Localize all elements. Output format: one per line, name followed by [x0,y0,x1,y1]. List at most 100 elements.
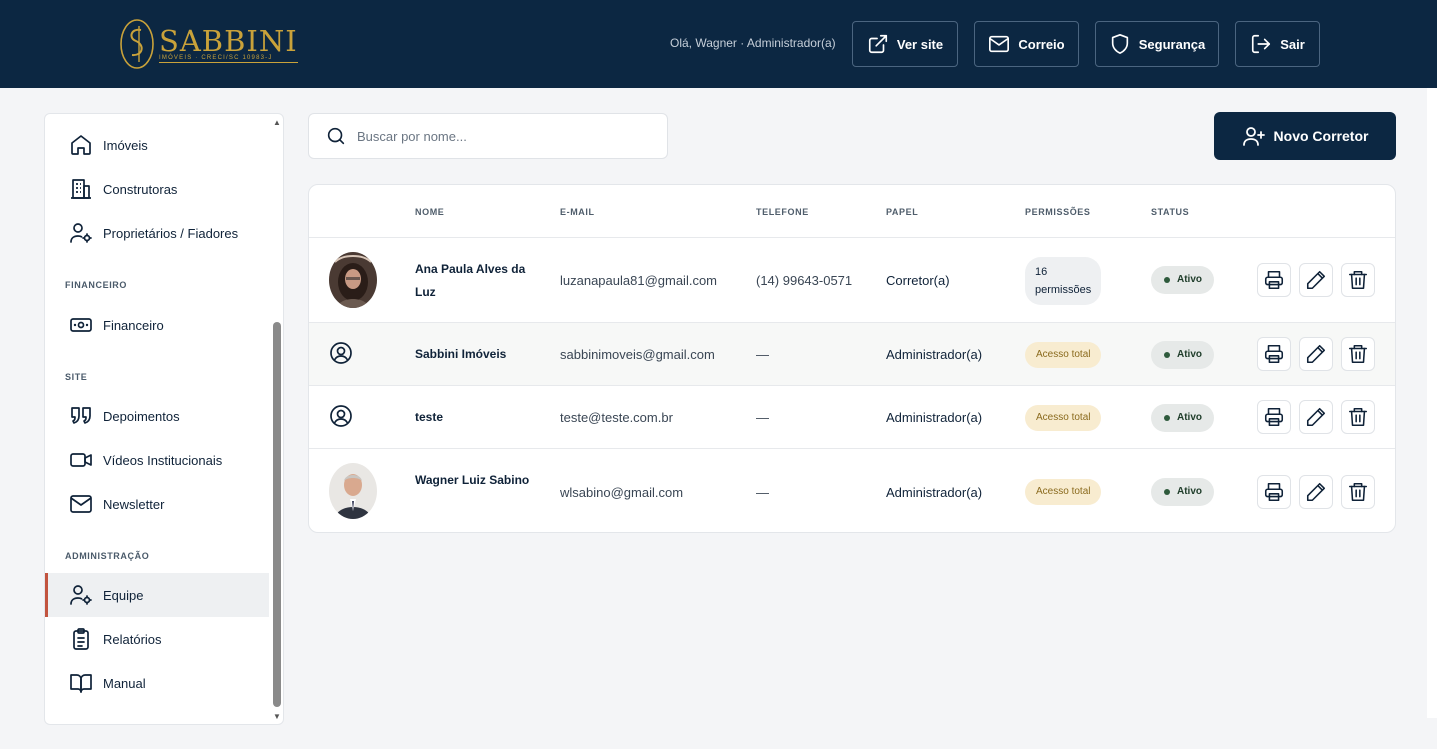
status-badge: Ativo [1151,478,1214,506]
user-circle-icon [330,342,352,364]
view-site-button[interactable]: Ver site [852,21,958,67]
column-header-email: E-MAIL [560,207,595,217]
user-photo-ana [329,252,377,308]
user-name: teste [415,410,444,424]
search-icon [327,127,345,145]
sidebar-item-label: Construtoras [103,181,178,197]
mail-icon [70,495,92,513]
trash-icon [1348,270,1368,290]
user-email: wlsabino@gmail.com [560,485,684,500]
sidebar-item-construtoras[interactable]: Construtoras [45,167,269,211]
table-row[interactable]: teste teste@teste.com.br — Administrador… [309,385,1395,448]
permissions-word: permissões [1035,284,1092,296]
book-open-icon [70,674,92,693]
permissions-badge: 16 permissões [1025,257,1102,305]
delete-button[interactable] [1341,400,1375,434]
user-name: Wagner Luiz Sabino [415,473,530,487]
sidebar-item-videos[interactable]: Vídeos Institucionais [45,438,269,482]
sidebar-item-imoveis[interactable]: Imóveis [45,123,269,167]
column-header-permissoes: PERMISSÕES [1025,207,1091,217]
section-financeiro: FINANCEIRO [65,280,127,290]
edit-button[interactable] [1299,337,1333,371]
search-input[interactable] [357,128,647,144]
user-role: Administrador(a) [886,410,983,425]
mail-label: Correio [1018,36,1065,52]
user-email: teste@teste.com.br [560,410,673,425]
trash-icon [1348,344,1368,364]
pencil-icon [1306,407,1326,427]
table-row[interactable]: Wagner Luiz Sabino wlsabino@gmail.com — … [309,448,1395,532]
brand-logo[interactable]: SABBINI IMÓVEIS · CRECI/SC 10983-J [119,17,298,71]
avatar [329,463,377,519]
brand-name: SABBINI [159,24,298,58]
user-phone: — [756,410,769,425]
print-button[interactable] [1257,263,1291,297]
sidebar-scroll-thumb[interactable] [273,322,281,707]
printer-icon [1264,344,1284,364]
view-site-label: Ver site [896,36,944,52]
column-header-nome: NOME [415,207,445,217]
pencil-icon [1306,270,1326,290]
edit-button[interactable] [1299,400,1333,434]
mail-icon [989,35,1010,53]
logout-label: Sair [1280,36,1305,52]
pencil-icon [1306,482,1326,502]
sidebar-item-label: Newsletter [103,496,165,512]
logout-button[interactable]: Sair [1235,21,1320,67]
user-circle-icon [330,405,352,427]
user-phone: — [756,485,769,500]
column-header-status: STATUS [1151,207,1190,217]
sidebar-item-financeiro[interactable]: Financeiro [45,303,269,347]
avatar [329,252,377,308]
page-scrollbar[interactable] [1427,88,1437,718]
home-icon [71,135,91,155]
status-badge: Ativo [1151,404,1214,432]
delete-button[interactable] [1341,263,1375,297]
user-role: Administrador(a) [886,347,983,362]
clipboard-list-icon [73,628,89,650]
permissions-count: 16 [1035,266,1048,278]
team-table: NOME E-MAIL TELEFONE PAPEL PERMISSÕES ST… [308,184,1396,533]
sidebar-item-proprietarios[interactable]: Proprietários / Fiadores [45,211,269,255]
sidebar-item-newsletter[interactable]: Newsletter [45,482,269,526]
delete-button[interactable] [1341,337,1375,371]
scroll-down-arrow-icon[interactable]: ▼ [271,710,283,722]
print-button[interactable] [1257,475,1291,509]
sidebar-item-label: Imóveis [103,137,148,153]
user-settings-icon [70,585,92,605]
sidebar-item-relatorios[interactable]: Relatórios [45,617,269,661]
sidebar-item-equipe[interactable]: Equipe [45,573,269,617]
user-photo-wagner [329,463,377,519]
brand-subtitle: IMÓVEIS · CRECI/SC 10983-J [159,55,298,63]
print-button[interactable] [1257,400,1291,434]
edit-button[interactable] [1299,475,1333,509]
user-email: sabbinimoveis@gmail.com [560,347,715,362]
user-phone: — [756,347,769,362]
status-badge: Ativo [1151,266,1214,294]
top-header: SABBINI IMÓVEIS · CRECI/SC 10983-J Olá, … [0,0,1437,88]
user-role: Corretor(a) [886,273,950,288]
permissions-badge: Acesso total [1025,342,1102,368]
status-badge: Ativo [1151,341,1214,369]
trash-icon [1348,407,1368,427]
sidebar-item-manual[interactable]: Manual [45,661,269,705]
delete-button[interactable] [1341,475,1375,509]
sidebar-item-label: Proprietários / Fiadores [103,225,239,241]
quote-icon [71,407,91,424]
column-header-papel: PAPEL [886,207,919,217]
trash-icon [1348,482,1368,502]
table-row[interactable]: Sabbini Imóveis sabbinimoveis@gmail.com … [309,322,1395,385]
sidebar-item-label: Financeiro [103,317,164,333]
new-broker-button[interactable]: Novo Corretor [1214,112,1396,160]
scroll-up-arrow-icon[interactable]: ▲ [271,116,283,128]
pencil-icon [1306,344,1326,364]
security-button[interactable]: Segurança [1095,21,1219,67]
user-plus-icon [1242,127,1265,146]
sidebar-item-depoimentos[interactable]: Depoimentos [45,394,269,438]
mail-button[interactable]: Correio [974,21,1079,67]
print-button[interactable] [1257,337,1291,371]
table-row[interactable]: Ana Paula Alves da Luz luzanapaula81@gma… [309,237,1395,322]
edit-button[interactable] [1299,263,1333,297]
sidebar-item-label: Depoimentos [103,408,180,424]
user-phone: (14) 99643-0571 [756,273,853,288]
